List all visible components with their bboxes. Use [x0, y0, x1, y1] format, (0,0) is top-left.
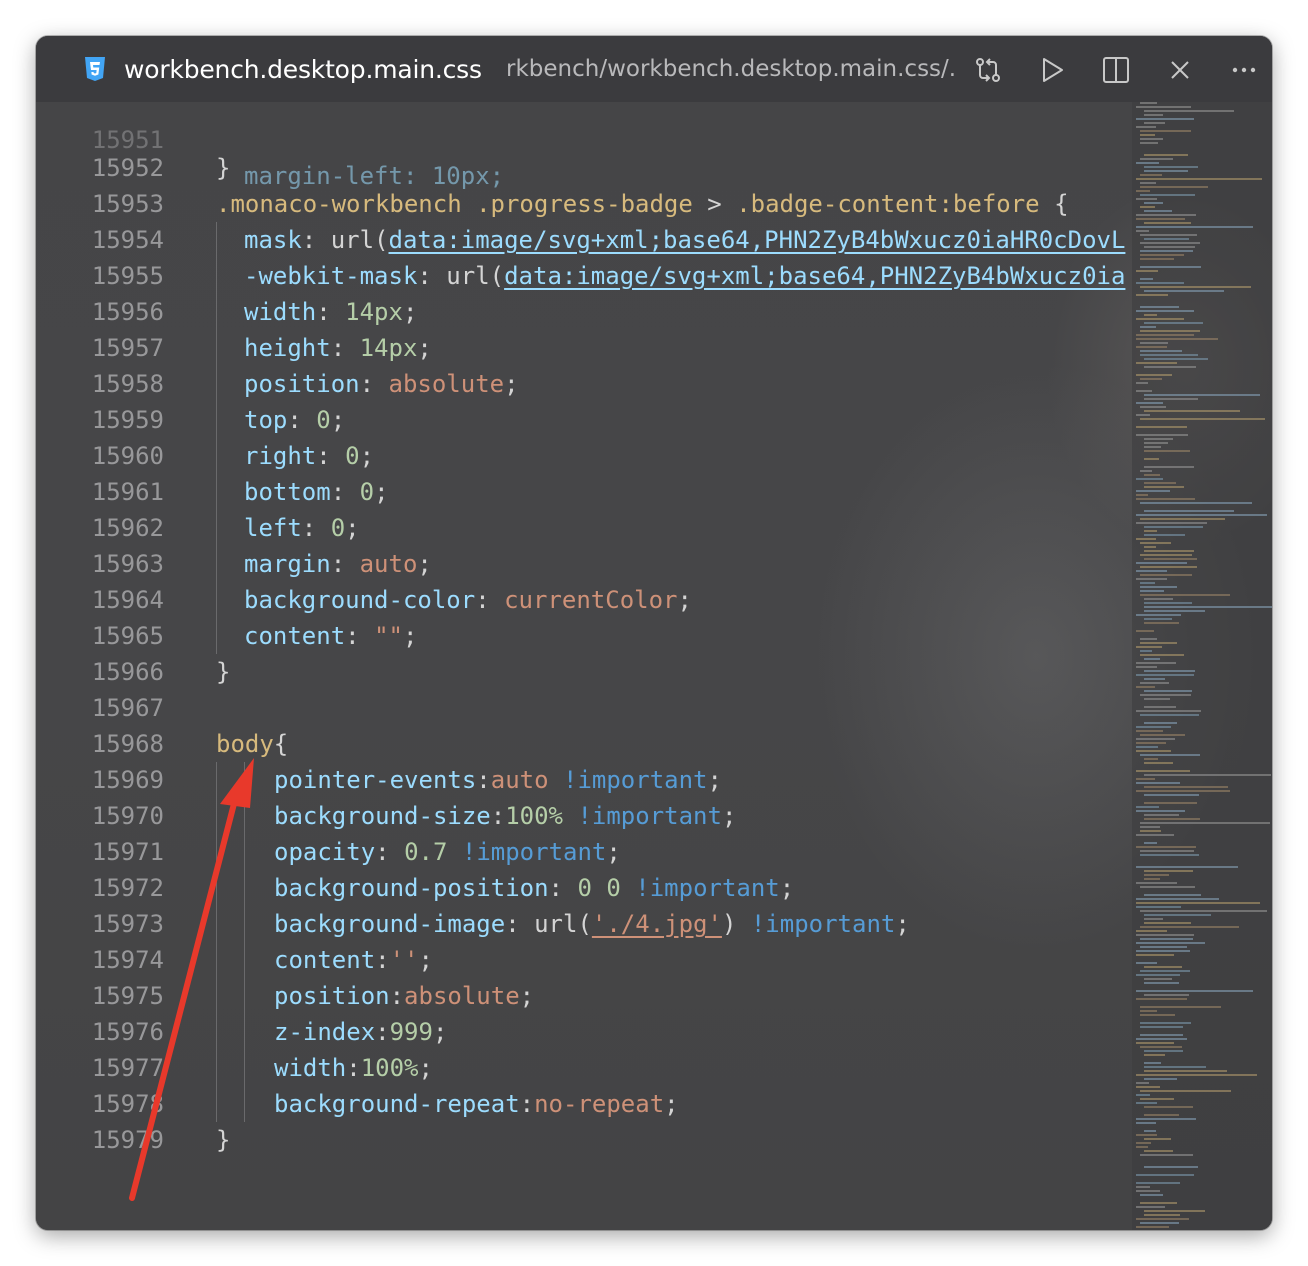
editor-window: workbench.desktop.main.css rkbench/workb… [36, 36, 1272, 1230]
annotation-arrow [129, 758, 254, 1201]
